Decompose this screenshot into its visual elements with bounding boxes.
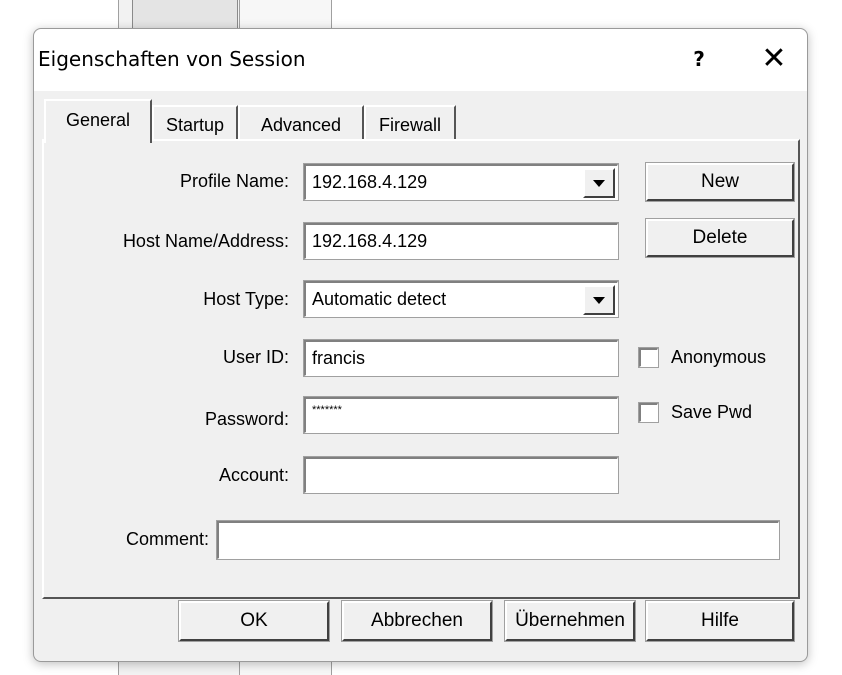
host-name-label: Host Name/Address: xyxy=(122,231,289,251)
chevron-down-icon[interactable] xyxy=(583,168,615,198)
cancel-button[interactable]: Abbrechen xyxy=(341,600,493,642)
new-button[interactable]: New xyxy=(645,162,795,202)
tab-firewall[interactable]: Firewall xyxy=(364,105,456,143)
help-button[interactable]: Hilfe xyxy=(645,600,795,642)
tab-advanced-label: Advanced xyxy=(260,115,342,135)
profile-name-dropdown[interactable]: 192.168.4.129 xyxy=(303,163,619,201)
comment-label: Comment: xyxy=(125,529,209,549)
chevron-down-icon[interactable] xyxy=(583,285,615,315)
host-type-dropdown[interactable]: Automatic detect xyxy=(303,280,619,318)
host-type-label: Host Type: xyxy=(203,289,289,309)
tab-general[interactable]: General xyxy=(44,99,152,143)
tab-advanced[interactable]: Advanced xyxy=(238,105,364,143)
close-icon[interactable]: ✕ xyxy=(749,39,799,79)
password-label: Password: xyxy=(204,409,289,429)
password-input[interactable]: ******* xyxy=(303,396,619,434)
dialog-title: Eigenschaften von Session xyxy=(38,47,306,71)
save-pwd-checkbox[interactable] xyxy=(638,402,659,423)
user-id-label: User ID: xyxy=(222,347,289,367)
account-label: Account: xyxy=(218,465,289,485)
host-type-value: Automatic detect xyxy=(312,289,447,309)
account-input[interactable] xyxy=(303,456,619,494)
session-properties-dialog: Eigenschaften von Session ? ✕ General St… xyxy=(33,28,808,662)
tab-general-label: General xyxy=(65,110,131,130)
tab-firewall-label: Firewall xyxy=(378,115,441,135)
anonymous-checkbox[interactable] xyxy=(638,347,659,368)
apply-button[interactable]: Übernehmen xyxy=(504,600,636,642)
help-icon[interactable]: ? xyxy=(679,41,719,77)
title-bar: Eigenschaften von Session ? ✕ xyxy=(34,29,807,91)
comment-input[interactable] xyxy=(216,520,780,560)
user-id-input[interactable]: francis xyxy=(303,339,619,377)
save-pwd-label: Save Pwd xyxy=(671,402,753,422)
host-name-input[interactable]: 192.168.4.129 xyxy=(303,222,619,260)
tab-startup-label: Startup xyxy=(165,115,225,135)
profile-name-value: 192.168.4.129 xyxy=(312,172,428,192)
anonymous-label: Anonymous xyxy=(671,347,767,367)
tab-startup[interactable]: Startup xyxy=(152,105,238,143)
profile-name-label: Profile Name: xyxy=(179,171,289,191)
ok-button[interactable]: OK xyxy=(178,600,330,642)
delete-button[interactable]: Delete xyxy=(645,218,795,258)
